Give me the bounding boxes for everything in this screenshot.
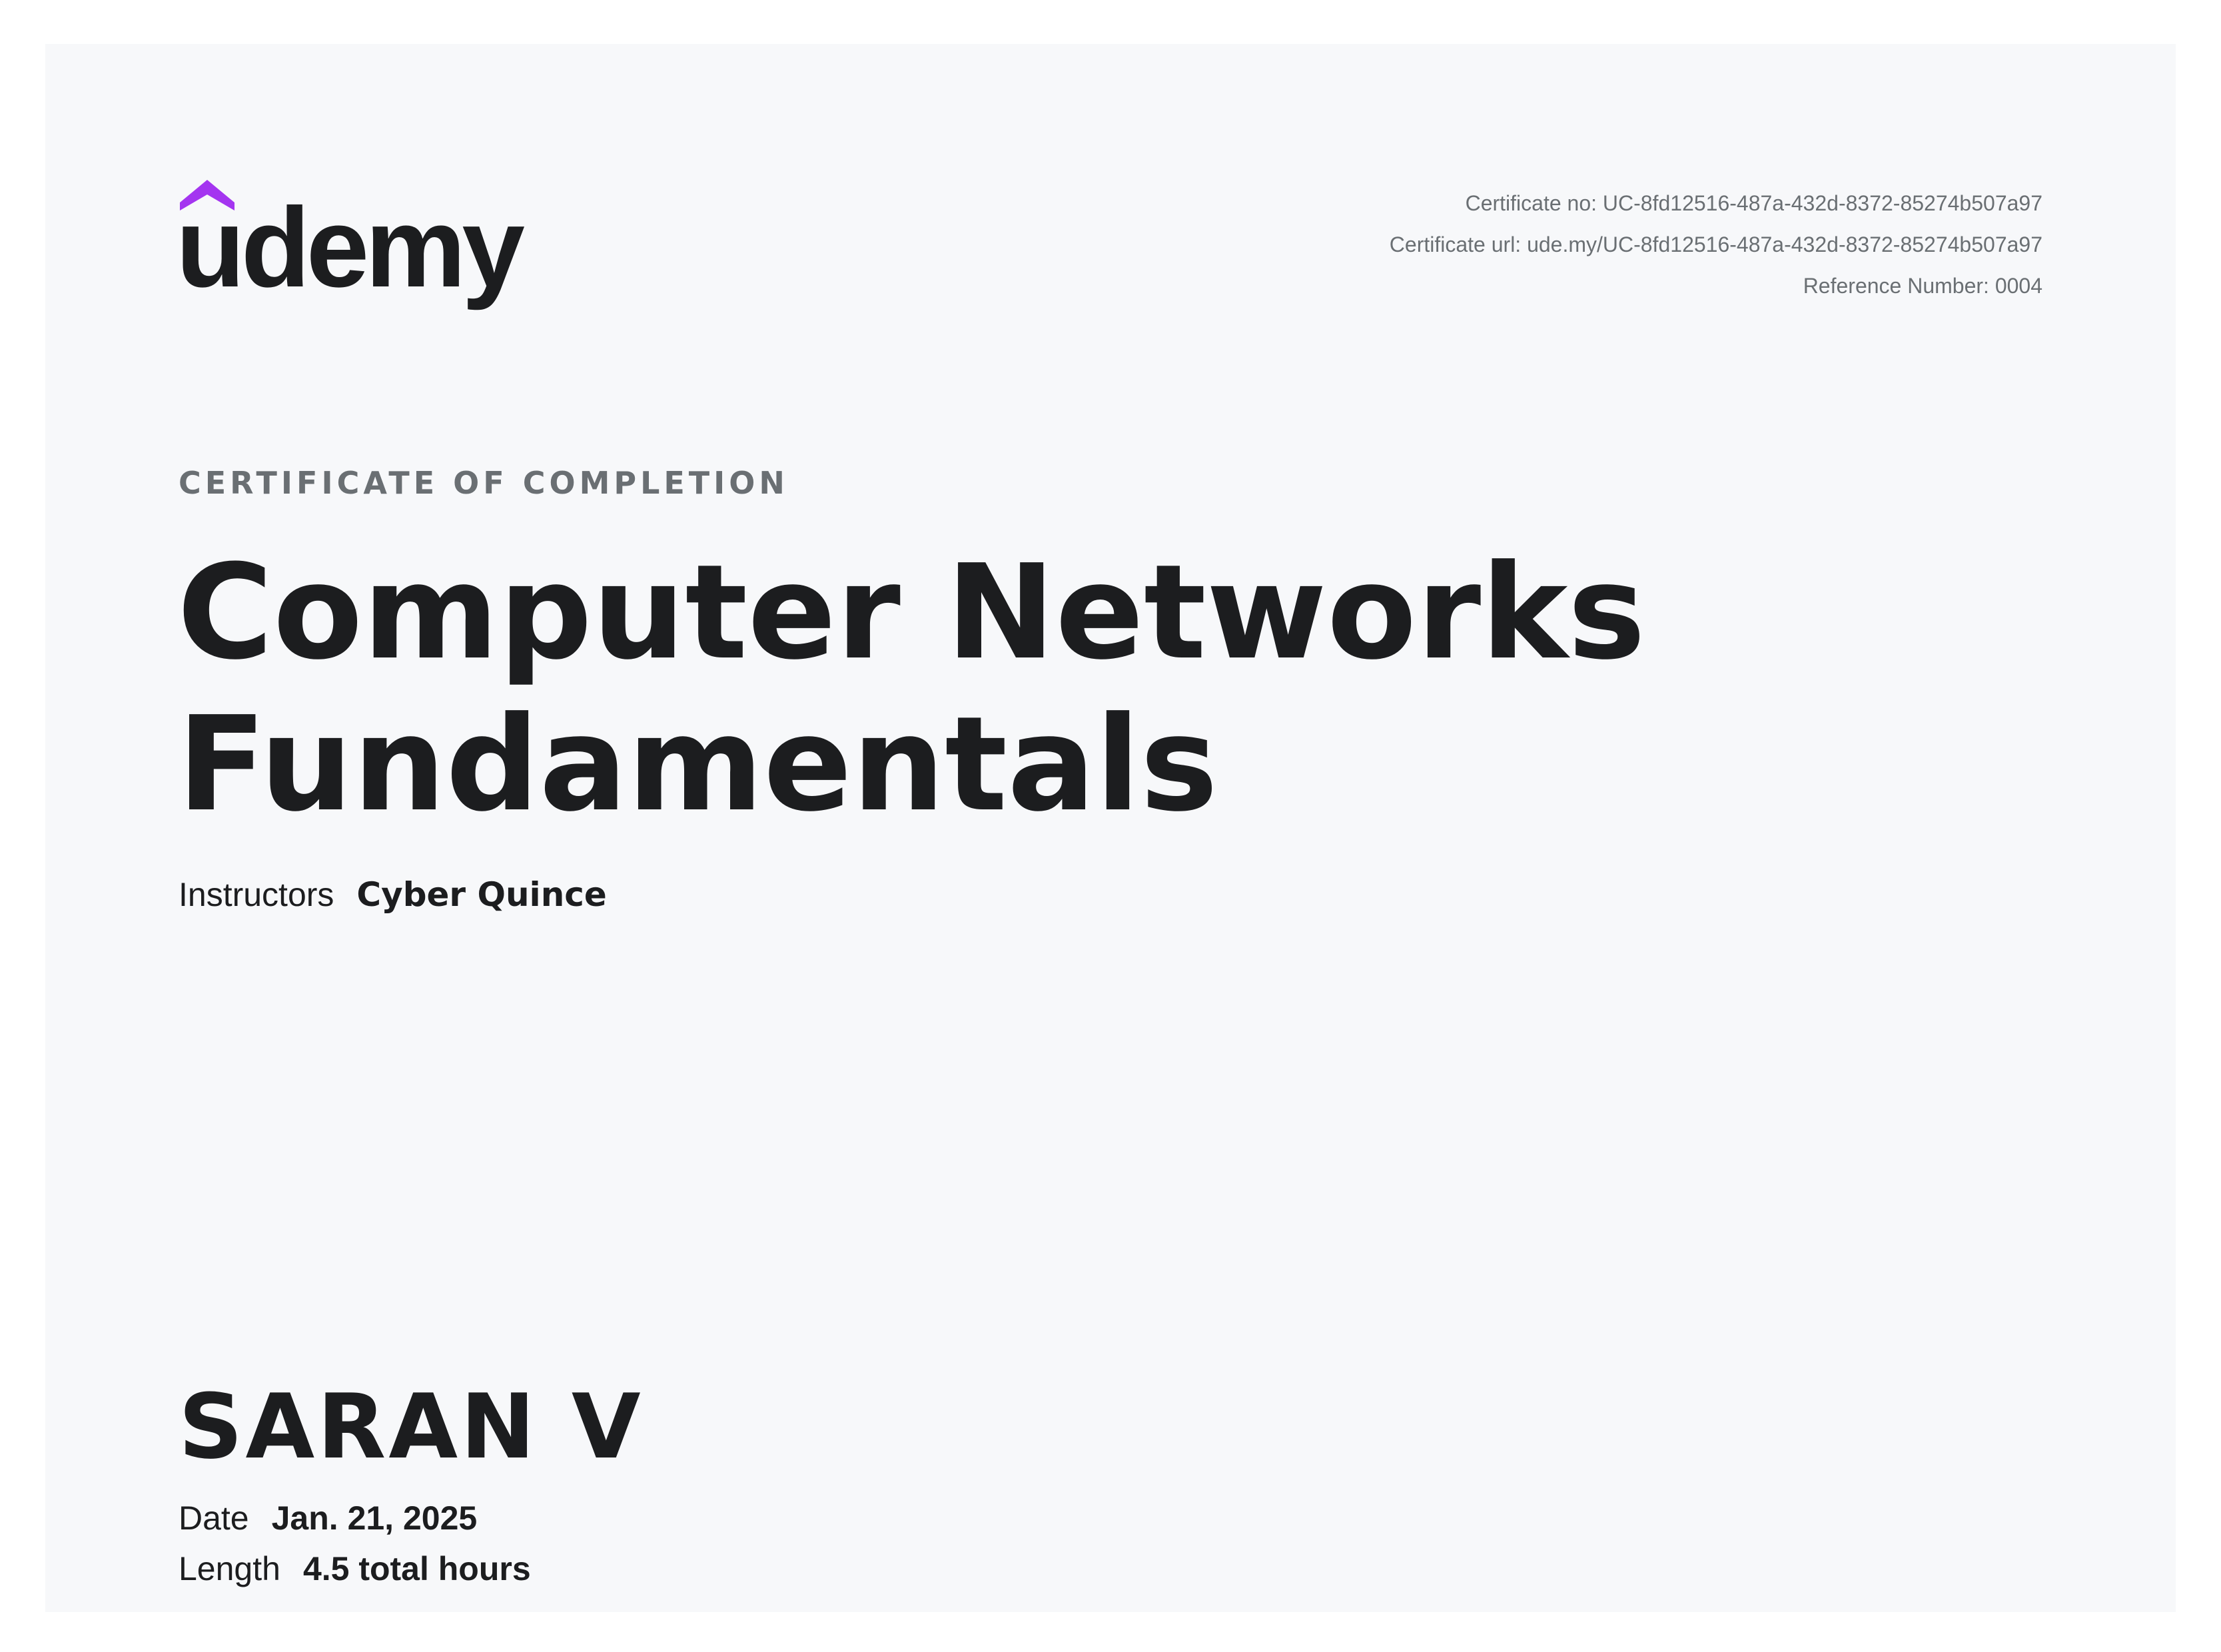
page: udemy Certificate no: UC-8fd12516-487a-4… [0,0,2221,1652]
certificate-number: Certificate no: UC-8fd12516-487a-432d-83… [1465,191,2042,215]
reference-number: Reference Number: 0004 [1803,274,2042,298]
date-row: Date Jan. 21, 2025 [179,1499,477,1537]
certificate-url: Certificate url: ude.my/UC-8fd12516-487a… [1389,232,2042,256]
instructors-label: Instructors [179,876,334,913]
student-name: SARAN V [179,1375,644,1479]
certificate-heading: CERTIFICATE OF COMPLETION [179,465,789,501]
logo-wordmark: udemy [179,185,524,311]
date-label: Date [179,1499,249,1537]
udemy-logo: udemy [179,180,528,311]
length-label: Length [179,1550,280,1587]
instructors-value: Cyber Quince [356,875,607,914]
date-value: Jan. 21, 2025 [271,1499,478,1537]
length-value: 4.5 total hours [302,1550,531,1587]
length-row: Length 4.5 total hours [179,1549,531,1588]
course-title: Computer Networks Fundamentals [177,537,1646,841]
instructors-row: Instructors Cyber Quince [179,875,607,914]
certificate-meta: Certificate no: UC-8fd12516-487a-432d-83… [1390,183,2042,306]
certificate-card: udemy Certificate no: UC-8fd12516-487a-4… [45,44,2176,1612]
